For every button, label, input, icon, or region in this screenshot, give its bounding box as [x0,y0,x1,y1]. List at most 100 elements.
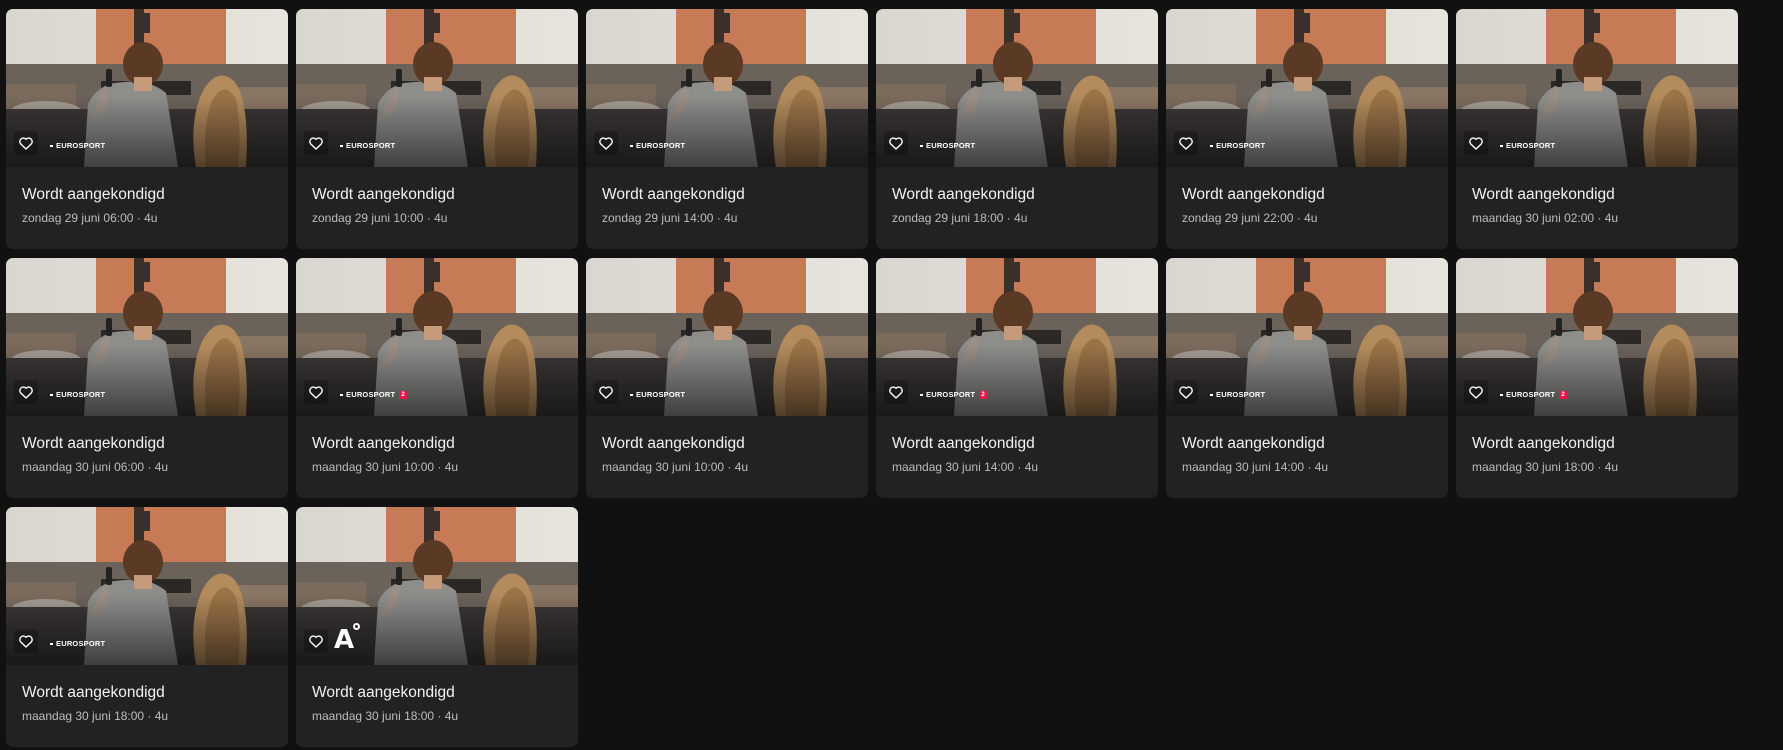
program-thumbnail: EUROSPORT [6,9,288,167]
channel-name: A [334,625,355,655]
channel-logo: EUROSPORT [50,639,105,648]
channel-name: EUROSPORT [926,141,976,150]
channel-logo: EUROSPORT 2 [1500,390,1567,399]
program-card[interactable]: EUROSPORT Wordt aangekondigd maandag 30 … [1166,258,1448,498]
channel-name: EUROSPORT [1506,141,1556,150]
program-meta: maandag 30 juni 14:00 · 4u [892,460,1039,474]
favorite-button[interactable] [1464,380,1488,404]
favorite-button[interactable] [304,380,328,404]
living-room-image [876,9,1158,167]
living-room-image [586,9,868,167]
program-meta: maandag 30 juni 10:00 · 4u [312,460,459,474]
channel-logo-mark [1500,144,1503,147]
living-room-image [6,507,288,665]
program-title: Wordt aangekondigd [602,186,745,203]
heart-outline-icon [19,137,33,150]
favorite-button[interactable] [884,131,908,155]
program-title: Wordt aangekondigd [1182,186,1325,203]
program-card[interactable]: EUROSPORT 2 Wordt aangekondigd maandag 3… [1456,258,1738,498]
living-room-image [296,258,578,416]
program-card[interactable]: A Wordt aangekondigd maandag 30 juni 18:… [296,507,578,747]
favorite-button[interactable] [14,131,38,155]
channel-badge: 2 [1559,390,1567,399]
program-card[interactable]: EUROSPORT Wordt aangekondigd zondag 29 j… [586,9,868,249]
heart-outline-icon [309,137,323,150]
program-meta: maandag 30 juni 18:00 · 4u [312,709,459,723]
program-title: Wordt aangekondigd [892,186,1035,203]
channel-badge: 2 [399,390,407,399]
favorite-button[interactable] [304,629,328,653]
program-card[interactable]: EUROSPORT 2 Wordt aangekondigd maandag 3… [876,258,1158,498]
program-title: Wordt aangekondigd [1472,435,1615,452]
channel-name: EUROSPORT [346,141,396,150]
favorite-button[interactable] [1174,131,1198,155]
favorite-button[interactable] [14,629,38,653]
program-card[interactable]: EUROSPORT 2 Wordt aangekondigd maandag 3… [296,258,578,498]
living-room-image [296,9,578,167]
channel-logo: EUROSPORT [340,141,395,150]
living-room-image [1166,9,1448,167]
program-info: Wordt aangekondigd maandag 30 juni 18:00… [1456,416,1738,475]
favorite-button[interactable] [594,380,618,404]
program-meta: zondag 29 juni 10:00 · 4u [312,211,448,225]
program-thumbnail: EUROSPORT [1166,258,1448,416]
channel-logo: EUROSPORT [1500,141,1555,150]
program-card[interactable]: EUROSPORT Wordt aangekondigd maandag 30 … [1456,9,1738,249]
program-info: Wordt aangekondigd maandag 30 juni 14:00… [1166,416,1448,475]
program-meta: maandag 30 juni 06:00 · 4u [22,460,169,474]
channel-logo: EUROSPORT [50,390,105,399]
program-info: Wordt aangekondigd zondag 29 juni 10:00 … [296,167,578,226]
program-meta: maandag 30 juni 18:00 · 4u [1472,460,1619,474]
program-card[interactable]: EUROSPORT Wordt aangekondigd zondag 29 j… [876,9,1158,249]
favorite-button[interactable] [304,131,328,155]
program-card[interactable]: EUROSPORT Wordt aangekondigd zondag 29 j… [296,9,578,249]
favorite-button[interactable] [14,380,38,404]
channel-name: EUROSPORT [1216,390,1266,399]
favorite-button[interactable] [1174,380,1198,404]
program-card[interactable]: EUROSPORT Wordt aangekondigd zondag 29 j… [6,9,288,249]
channel-name: EUROSPORT [56,639,106,648]
favorite-button[interactable] [884,380,908,404]
heart-outline-icon [1469,386,1483,399]
program-meta: maandag 30 juni 10:00 · 4u [602,460,749,474]
program-meta: zondag 29 juni 18:00 · 4u [892,211,1028,225]
program-card[interactable]: EUROSPORT Wordt aangekondigd maandag 30 … [586,258,868,498]
program-thumbnail: EUROSPORT 2 [876,258,1158,416]
channel-logo-mark [50,642,53,645]
program-info: Wordt aangekondigd maandag 30 juni 02:00… [1456,167,1738,226]
channel-logo-mark [50,144,53,147]
channel-logo: EUROSPORT 2 [920,390,987,399]
program-title: Wordt aangekondigd [312,186,455,203]
channel-badge: 2 [979,390,987,399]
program-info: Wordt aangekondigd maandag 30 juni 18:00… [296,665,578,724]
channel-logo-mark [340,144,343,147]
program-info: Wordt aangekondigd maandag 30 juni 10:00… [296,416,578,475]
heart-outline-icon [599,137,613,150]
channel-logo-mark [630,393,633,396]
living-room-image [6,9,288,167]
favorite-button[interactable] [594,131,618,155]
heart-outline-icon [1469,137,1483,150]
channel-logo: EUROSPORT [1210,390,1265,399]
program-title: Wordt aangekondigd [1472,186,1615,203]
channel-name: EUROSPORT [56,390,106,399]
program-title: Wordt aangekondigd [22,186,165,203]
channel-logo-mark [340,393,343,396]
program-thumbnail: EUROSPORT [296,9,578,167]
favorite-button[interactable] [1464,131,1488,155]
living-room-image [1166,258,1448,416]
heart-outline-icon [19,386,33,399]
channel-name: EUROSPORT [56,141,106,150]
program-title: Wordt aangekondigd [312,684,455,701]
channel-logo-mark [1210,393,1213,396]
heart-outline-icon [1179,386,1193,399]
program-thumbnail: EUROSPORT 2 [296,258,578,416]
program-title: Wordt aangekondigd [892,435,1035,452]
program-card[interactable]: EUROSPORT Wordt aangekondigd maandag 30 … [6,258,288,498]
program-card[interactable]: EUROSPORT Wordt aangekondigd maandag 30 … [6,507,288,747]
program-info: Wordt aangekondigd zondag 29 juni 22:00 … [1166,167,1448,226]
channel-name: EUROSPORT [1506,390,1556,399]
living-room-image [1456,258,1738,416]
program-thumbnail: EUROSPORT [1456,9,1738,167]
program-card[interactable]: EUROSPORT Wordt aangekondigd zondag 29 j… [1166,9,1448,249]
